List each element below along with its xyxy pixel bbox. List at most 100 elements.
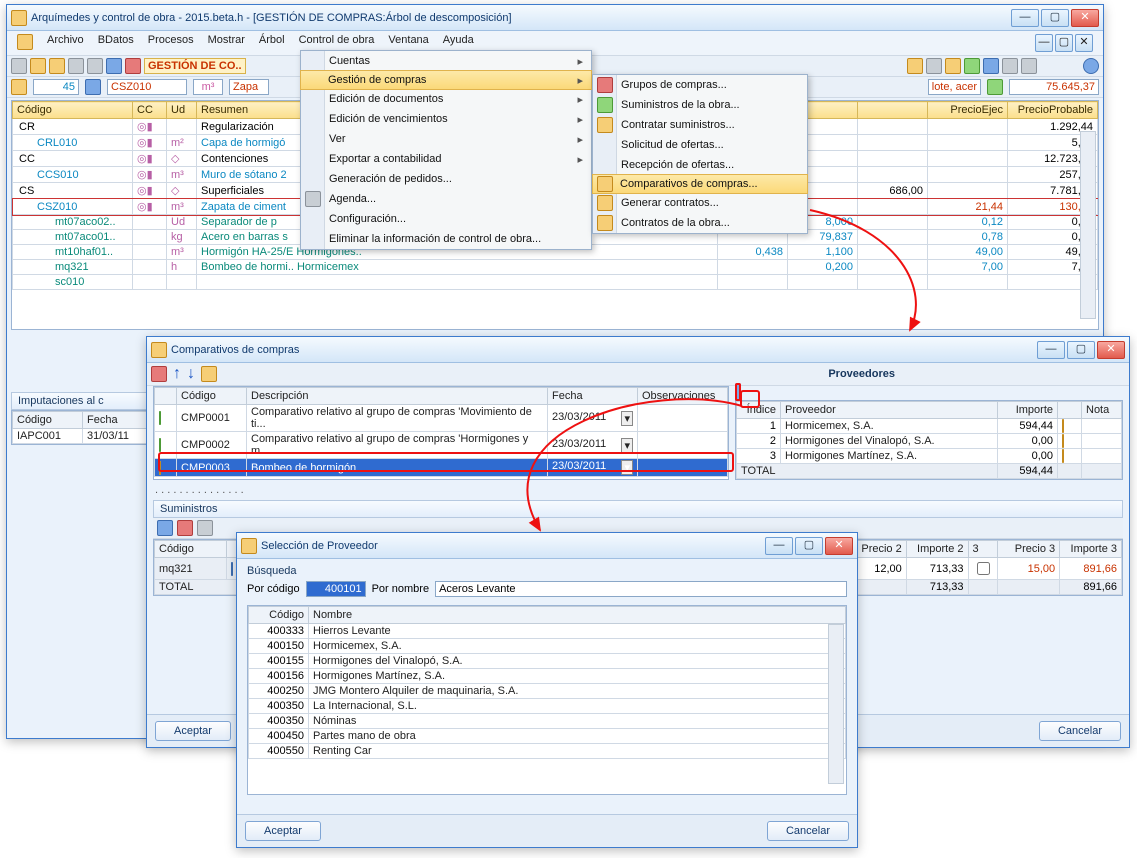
proveedor-list[interactable]: Código Nombre 400333Hierros Levante40015… [247, 605, 847, 795]
col-importe[interactable]: Importe [998, 402, 1058, 419]
menu-item[interactable]: Solicitud de ofertas... [593, 135, 807, 155]
menu-item[interactable]: Contratos de la obra... [593, 213, 807, 233]
delete-icon[interactable] [151, 366, 167, 382]
col-indice[interactable]: Índice [737, 402, 781, 419]
col-i2[interactable]: Importe 2 [906, 541, 968, 558]
open-icon[interactable] [30, 58, 46, 74]
menu-item[interactable]: Comparativos de compras... [592, 174, 808, 194]
menu-item[interactable]: Exportar a contabilidad [301, 149, 591, 169]
cancel-button[interactable]: Cancelar [767, 821, 849, 841]
mdi-close-button[interactable]: ✕ [1075, 34, 1093, 52]
col-codigo[interactable]: Código [13, 102, 133, 119]
table-row[interactable]: 400156Hormigones Martínez, S.A. [249, 669, 846, 684]
copy-icon[interactable] [201, 366, 217, 382]
delete-icon[interactable] [177, 520, 193, 536]
menu-item[interactable]: Edición de vencimientos [301, 109, 591, 129]
maximize-button[interactable]: ▢ [795, 537, 823, 555]
table-row[interactable]: 1Hormicemex, S.A.594,44 [737, 419, 1122, 434]
mail-icon[interactable] [1062, 419, 1064, 433]
check-3[interactable] [977, 562, 990, 575]
table-row[interactable]: 400155Hormigones del Vinalopó, S.A. [249, 654, 846, 669]
col-3[interactable]: 3 [968, 541, 998, 558]
mail-icon[interactable] [1062, 449, 1064, 463]
menu-item[interactable]: Contratar suministros... [593, 115, 807, 135]
col-desc[interactable]: Descripción [247, 388, 548, 405]
code-input[interactable]: 400101 [306, 581, 366, 597]
tool-icon[interactable] [87, 58, 103, 74]
menu-item[interactable]: Recepción de ofertas... [593, 155, 807, 175]
maximize-button[interactable]: ▢ [1067, 341, 1095, 359]
tool-icon[interactable] [68, 58, 84, 74]
help-icon[interactable] [1083, 58, 1099, 74]
menu-bdatos[interactable]: BDatos [98, 34, 134, 52]
mail-icon[interactable] [1062, 434, 1064, 448]
table-row[interactable]: 400550Renting Car [249, 744, 846, 759]
tool-icon[interactable] [983, 58, 999, 74]
close-button[interactable]: ✕ [1071, 9, 1099, 27]
col-nombre[interactable]: Nombre [309, 607, 846, 624]
minimize-button[interactable]: — [765, 537, 793, 555]
date-picker-button[interactable]: ▾ [621, 438, 633, 453]
arrow-down-icon[interactable]: ↓ [187, 365, 195, 383]
menu-archivo[interactable]: Archivo [47, 34, 84, 52]
maximize-button[interactable]: ▢ [1041, 9, 1069, 27]
tree-row[interactable]: sc010 [13, 275, 1098, 290]
tool-icon[interactable] [907, 58, 923, 74]
name-input[interactable]: Aceros Levante [435, 581, 847, 597]
menu-item[interactable]: Configuración... [301, 209, 591, 229]
minimize-button[interactable]: — [1037, 341, 1065, 359]
col-prov[interactable]: Proveedor [781, 402, 998, 419]
active-tab[interactable]: GESTIÓN DE CO.. [144, 58, 246, 74]
scrollbar[interactable] [828, 624, 844, 784]
col-precioejec[interactable]: PrecioEjec [928, 102, 1008, 119]
tool-icon[interactable] [125, 58, 141, 74]
loc-desc[interactable]: Zapa [229, 79, 269, 95]
col-p3[interactable]: Precio 3 [998, 541, 1060, 558]
add-icon[interactable] [157, 520, 173, 536]
tool-icon[interactable] [1021, 58, 1037, 74]
col-ud[interactable]: Ud [167, 102, 197, 119]
date-picker-button[interactable]: ▾ [621, 411, 633, 426]
col-cc[interactable]: CC [133, 102, 167, 119]
accept-button[interactable]: Aceptar [155, 721, 231, 741]
menu-item[interactable]: Gestión de compras [300, 70, 592, 90]
menu-item[interactable]: Agenda... [301, 189, 591, 209]
nav-icon[interactable] [11, 79, 27, 95]
menu-item[interactable]: Generación de pedidos... [301, 169, 591, 189]
table-row[interactable]: CMP0002Comparativo relativo al grupo de … [155, 432, 728, 459]
add-proveedor-button[interactable] [735, 383, 741, 401]
app-menu-icon[interactable] [17, 34, 33, 50]
loc-num[interactable]: 45 [33, 79, 79, 95]
col-codigo[interactable]: Código [155, 541, 227, 558]
date-picker-button[interactable]: ▾ [621, 460, 633, 475]
menu-item[interactable]: Eliminar la información de control de ob… [301, 229, 591, 249]
mdi-restore-button[interactable]: ▢ [1055, 34, 1073, 52]
menu-item[interactable]: Suministros de la obra... [593, 95, 807, 115]
proveedores-grid[interactable]: Índice Proveedor Importe Nota 1Hormiceme… [735, 400, 1123, 480]
menu-item[interactable]: Grupos de compras... [593, 75, 807, 95]
loc-code[interactable]: CSZ010 [107, 79, 187, 95]
accept-button[interactable]: Aceptar [245, 821, 321, 841]
tool-icon[interactable] [1002, 58, 1018, 74]
col-imp-codigo[interactable]: Código [13, 412, 83, 429]
close-button[interactable]: ✕ [825, 537, 853, 555]
scrollbar[interactable] [1080, 131, 1096, 319]
table-row[interactable]: 3Hormigones Martínez, S.A.0,00 [737, 449, 1122, 464]
cmp-list[interactable]: Código Descripción Fecha Observaciones C… [153, 386, 729, 480]
tool-icon[interactable] [11, 58, 27, 74]
col-obs[interactable]: Observaciones [638, 388, 728, 405]
menu-item[interactable]: Ver [301, 129, 591, 149]
menu-item[interactable]: Edición de documentos [301, 89, 591, 109]
save-icon[interactable] [106, 58, 122, 74]
table-row[interactable]: CMP0001Comparativo relativo al grupo de … [155, 405, 728, 432]
mdi-minimize-button[interactable]: — [1035, 34, 1053, 52]
minimize-button[interactable]: — [1011, 9, 1039, 27]
arrow-up-icon[interactable]: ↑ [173, 365, 181, 383]
menu-mostrar[interactable]: Mostrar [208, 34, 245, 52]
tool-icon[interactable] [197, 520, 213, 536]
menu-item[interactable]: Generar contratos... [593, 193, 807, 213]
tool-icon[interactable] [964, 58, 980, 74]
col-codigo[interactable]: Código [249, 607, 309, 624]
tree-row[interactable]: mq321hBombeo de hormi.. Hormicemex0,2007… [13, 260, 1098, 275]
col-7[interactable] [858, 102, 928, 119]
